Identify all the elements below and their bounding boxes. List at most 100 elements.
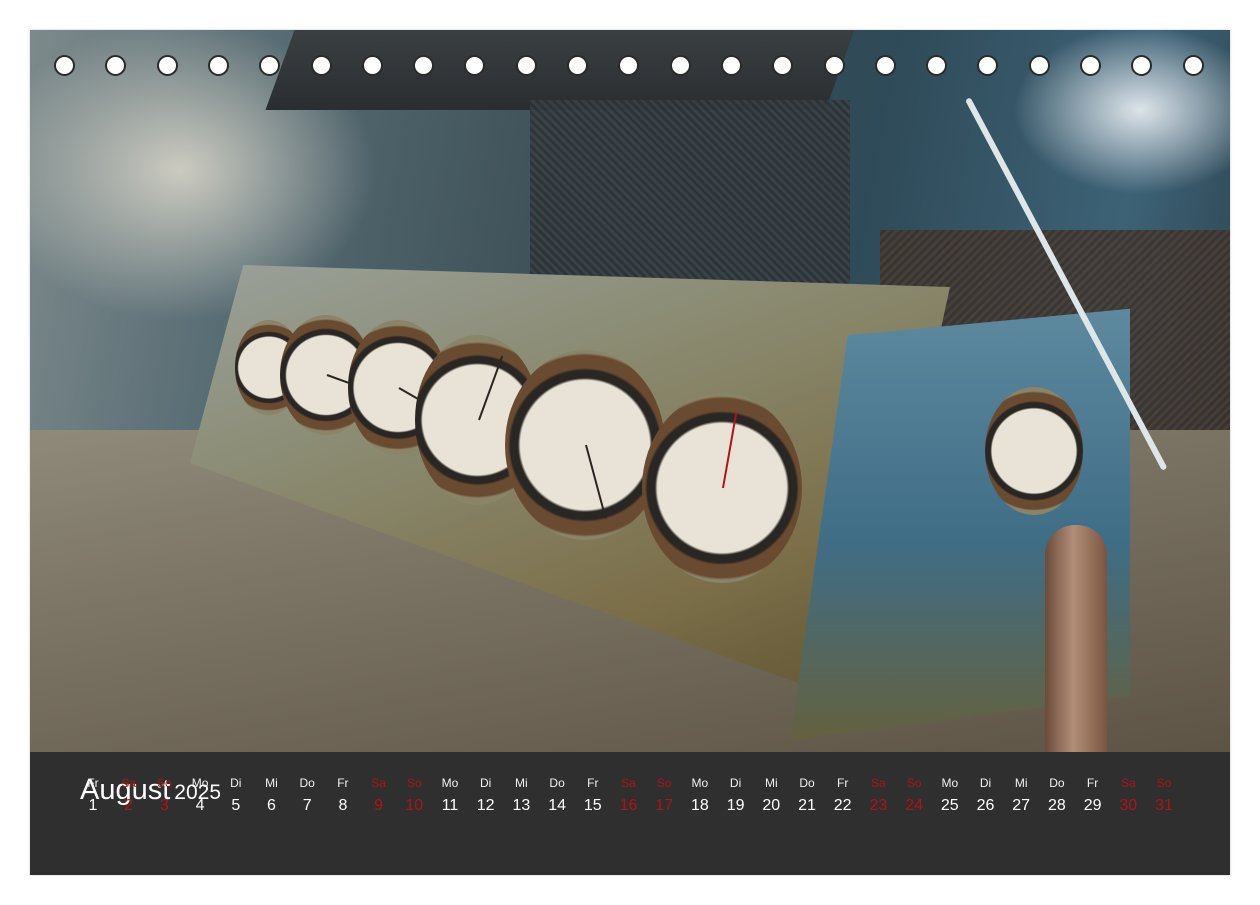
day-cell: Di 26 bbox=[968, 775, 1004, 816]
day-number: 22 bbox=[833, 797, 852, 814]
day-cell: Sa 9 bbox=[361, 775, 397, 816]
weekday-label: Do bbox=[799, 776, 815, 790]
day-cell: Mo 4 bbox=[182, 775, 218, 816]
day-number: 13 bbox=[512, 797, 531, 814]
weekday-label: Fr bbox=[337, 776, 349, 790]
mesh-grille-shape bbox=[530, 100, 850, 300]
day-number: 1 bbox=[88, 797, 98, 814]
weekday-label: Di bbox=[480, 776, 492, 790]
weekday-label: Mo bbox=[441, 776, 459, 790]
day-cell: Mi 27 bbox=[1003, 775, 1039, 816]
day-cell: Sa 16 bbox=[611, 775, 647, 816]
day-number: 19 bbox=[726, 797, 745, 814]
day-number: 18 bbox=[690, 797, 709, 814]
weekday-label: So bbox=[157, 776, 172, 790]
day-number: 5 bbox=[231, 797, 241, 814]
weekday-label: So bbox=[406, 776, 422, 790]
day-cell: Sa 30 bbox=[1110, 775, 1146, 816]
day-cell: Fr 29 bbox=[1075, 775, 1111, 816]
day-cell: Do 28 bbox=[1039, 775, 1075, 816]
day-cell: Di 12 bbox=[468, 775, 504, 816]
weekday-label: Di bbox=[729, 776, 742, 790]
day-cell: Mo 25 bbox=[932, 775, 968, 816]
weekday-label: So bbox=[906, 776, 922, 790]
gauge-icon bbox=[505, 350, 665, 540]
day-number: 2 bbox=[124, 797, 134, 814]
industrial-gauge-panel-photo bbox=[30, 30, 1230, 752]
day-number: 16 bbox=[619, 797, 638, 814]
day-number: 15 bbox=[583, 797, 602, 814]
weekday-label: Fr bbox=[1086, 776, 1099, 790]
day-number: 23 bbox=[869, 797, 888, 814]
day-number: 7 bbox=[302, 797, 312, 814]
weekday-label: Fr bbox=[87, 776, 99, 790]
day-number: 21 bbox=[798, 797, 816, 814]
day-number: 20 bbox=[762, 797, 781, 814]
weekday-label: Fr bbox=[837, 776, 849, 790]
weekday-label: Mi bbox=[1014, 776, 1028, 790]
day-cell: Mi 20 bbox=[753, 775, 789, 816]
weekday-label: Sa bbox=[621, 776, 636, 790]
day-number: 14 bbox=[548, 797, 566, 814]
weekday-label: Mo bbox=[691, 776, 709, 790]
day-number: 29 bbox=[1083, 797, 1102, 814]
day-number: 27 bbox=[1012, 797, 1031, 814]
day-cell: So 10 bbox=[396, 775, 432, 816]
weekday-label: Mi bbox=[764, 776, 778, 790]
day-number: 31 bbox=[1155, 797, 1173, 814]
weekday-label: Mo bbox=[191, 776, 209, 790]
day-number: 11 bbox=[441, 797, 459, 814]
calendar-page: August 2025 Fr 1 Sa 2 So 3 Mo 4 Di 5 Mi 6 Do 7 Fr 8 Sa 9 So… bbox=[30, 30, 1230, 875]
day-cell: Fr 22 bbox=[825, 775, 861, 816]
day-number: 25 bbox=[940, 797, 959, 814]
day-number: 24 bbox=[905, 797, 923, 814]
day-number: 12 bbox=[476, 797, 495, 814]
day-cell: So 24 bbox=[896, 775, 932, 816]
weekday-label: Di bbox=[979, 776, 992, 790]
cab-roof-shape bbox=[265, 30, 855, 110]
weekday-label: Do bbox=[299, 776, 315, 790]
day-cell: Do 7 bbox=[289, 775, 325, 816]
day-number: 6 bbox=[267, 797, 276, 814]
day-cell: Fr 1 bbox=[75, 775, 111, 816]
weekday-label: Do bbox=[549, 776, 565, 790]
weekday-label: Mi bbox=[265, 776, 278, 790]
day-cell: Do 21 bbox=[789, 775, 825, 816]
day-cell: Sa 23 bbox=[860, 775, 896, 816]
weekday-label: Sa bbox=[1120, 776, 1136, 790]
day-number: 10 bbox=[405, 797, 424, 814]
day-cell: Di 19 bbox=[718, 775, 754, 816]
day-cell: So 17 bbox=[646, 775, 682, 816]
day-number: 28 bbox=[1047, 797, 1066, 814]
day-number: 8 bbox=[338, 797, 348, 814]
day-number: 26 bbox=[976, 797, 995, 814]
day-number: 3 bbox=[159, 797, 169, 814]
calendar-strip: August 2025 Fr 1 Sa 2 So 3 Mo 4 Di 5 Mi 6 Do 7 Fr 8 Sa 9 So… bbox=[30, 752, 1230, 875]
weekday-label: So bbox=[1156, 776, 1172, 790]
weekday-label: Di bbox=[230, 776, 242, 790]
day-cell: Di 5 bbox=[218, 775, 254, 816]
gauge-icon bbox=[985, 387, 1083, 515]
day-cell: Mi 13 bbox=[503, 775, 539, 816]
day-cell: Fr 15 bbox=[575, 775, 611, 816]
day-cell: Fr 8 bbox=[325, 775, 361, 816]
day-number: 4 bbox=[195, 797, 205, 814]
day-cell: Mo 11 bbox=[432, 775, 468, 816]
weekday-label: Do bbox=[1049, 776, 1065, 790]
rusty-pole-shape bbox=[1045, 525, 1107, 752]
weekday-label: Sa bbox=[871, 776, 886, 790]
day-cell: Do 14 bbox=[539, 775, 575, 816]
day-cell: Mo 18 bbox=[682, 775, 718, 816]
day-number: 17 bbox=[655, 797, 674, 814]
weekday-label: Sa bbox=[371, 776, 386, 790]
gauge-icon bbox=[642, 393, 802, 583]
weekday-label: Mo bbox=[941, 776, 959, 790]
weekday-label: Fr bbox=[587, 776, 599, 790]
day-number: 30 bbox=[1119, 797, 1138, 814]
weekday-label: Sa bbox=[121, 776, 137, 790]
day-cell: So 3 bbox=[146, 775, 182, 816]
weekday-label: So bbox=[656, 776, 672, 790]
day-cell: So 31 bbox=[1146, 775, 1182, 816]
weekday-label: Mi bbox=[515, 776, 528, 790]
day-number: 9 bbox=[374, 797, 384, 814]
